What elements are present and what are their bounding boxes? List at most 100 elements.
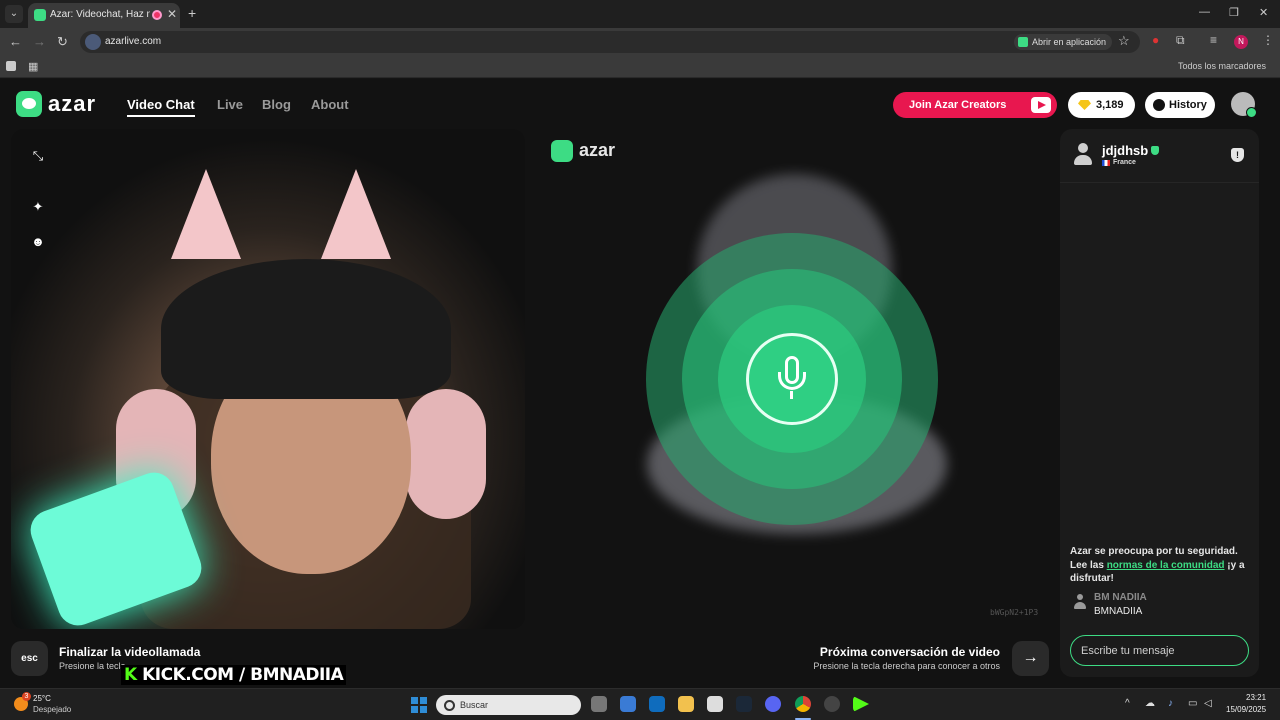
nav-blog[interactable]: Blog: [262, 97, 291, 112]
effects-sparkle-icon[interactable]: ✦: [30, 199, 46, 215]
recording-icon: [152, 10, 162, 20]
clock-date[interactable]: 15/09/2025: [1226, 705, 1266, 714]
video-headset-right: [406, 389, 486, 519]
maximize-button[interactable]: ❐: [1229, 6, 1239, 19]
profile-avatar[interactable]: N: [1234, 35, 1248, 49]
weather-badge: 3: [22, 692, 31, 701]
history-button[interactable]: History: [1145, 92, 1215, 118]
url-text: azarlive.com: [105, 36, 162, 47]
kick-logo-icon: K: [124, 665, 137, 685]
new-tab-button[interactable]: +: [188, 5, 196, 21]
azar-watermark-text: azar: [579, 140, 616, 160]
partner-username: jdjdhsb: [1102, 143, 1149, 158]
chrome-icon[interactable]: [795, 696, 811, 712]
open-in-app-button[interactable]: Abrir en aplicación: [1014, 34, 1113, 50]
clock-time[interactable]: 23:21: [1246, 693, 1266, 702]
next-chat-hint: Presione la tecla derecha para conocer a…: [813, 661, 1000, 671]
chat-panel: jdjdhsb France ! Azar se preocupa por tu…: [1060, 129, 1259, 677]
video-cat-ear-right: [321, 169, 391, 259]
tray-chevron-icon[interactable]: ^: [1125, 698, 1130, 709]
volume-icon[interactable]: ◁: [1204, 698, 1212, 709]
file-explorer-icon[interactable]: [678, 696, 694, 712]
outlook-icon[interactable]: [649, 696, 665, 712]
report-shield-icon[interactable]: !: [1231, 148, 1244, 162]
join-creators-button[interactable]: Join Azar Creators: [893, 92, 1057, 118]
task-view-icon[interactable]: [591, 696, 607, 712]
forward-icon[interactable]: →: [33, 34, 46, 49]
extension-icon[interactable]: ●: [1152, 33, 1159, 47]
user-avatar[interactable]: [1231, 92, 1257, 118]
azar-logo-text[interactable]: azar: [48, 91, 96, 117]
youtube-play-icon: [1031, 97, 1051, 113]
onedrive-icon[interactable]: ☁: [1145, 698, 1155, 709]
tab-close-icon[interactable]: ✕: [167, 7, 177, 21]
obs-icon[interactable]: [824, 696, 840, 712]
browser-tabbar: ⌄ Azar: Videochat, Haz nuevo ✕ + — ❐ ✕: [0, 0, 1280, 28]
partner-country: France: [1113, 159, 1136, 166]
microphone-button[interactable]: [746, 333, 838, 425]
browser-tab[interactable]: Azar: Videochat, Haz nuevo ✕: [28, 3, 180, 28]
message-text: BMNADIIA: [1094, 606, 1143, 617]
nav-live[interactable]: Live: [217, 97, 243, 112]
end-call-title: Finalizar la videollamada: [59, 645, 201, 659]
tab-title: Azar: Videochat, Haz nuevo: [50, 9, 150, 20]
verified-shield-icon: [1151, 146, 1159, 155]
menu-kebab-icon[interactable]: ⋮: [1262, 33, 1274, 47]
partner-avatar-icon: [1074, 143, 1092, 165]
azar-watermark-icon: [551, 140, 573, 162]
end-call-hint: Presione la tecla: [59, 661, 126, 671]
next-chat-arrow-button[interactable]: →: [1012, 641, 1049, 676]
back-icon[interactable]: ←: [9, 34, 22, 49]
network-icon[interactable]: ▭: [1188, 698, 1197, 709]
message-sender: BM NADIIA: [1094, 592, 1147, 603]
bookmark-star-icon[interactable]: ☆: [1118, 33, 1130, 49]
weather-condition: Despejado: [33, 705, 72, 714]
microphone-tray-icon[interactable]: ♪: [1168, 698, 1173, 709]
azar-favicon-icon: [34, 9, 46, 21]
remote-video: azar bWGpN2+1P3: [532, 129, 1052, 629]
nav-video-chat[interactable]: Video Chat: [127, 97, 195, 117]
stream-overlay-text: KICK.COM / BMNADIIA: [142, 665, 344, 685]
close-window-button[interactable]: ✕: [1259, 6, 1268, 19]
self-video: ⤡ ✦ ☻: [11, 129, 525, 629]
video-cap: [161, 259, 451, 399]
next-chat-title: Próxima conversación de video: [819, 645, 1000, 659]
taskbar-search[interactable]: Buscar: [436, 695, 581, 715]
video-cat-ear-left: [171, 169, 241, 259]
extensions-puzzle-icon[interactable]: ⧉: [1176, 33, 1185, 48]
windows-taskbar: 3 25°C Despejado Buscar ^ ☁ ♪ ▭ ◁ 23:21 …: [0, 688, 1280, 720]
safety-notice: Azar se preocupa por tu seguridad. Lee l…: [1070, 546, 1245, 584]
face-filter-icon[interactable]: ☻: [30, 234, 46, 250]
all-bookmarks-button[interactable]: Todos los marcadores: [1178, 61, 1266, 71]
session-id: bWGpN2+1P3: [990, 608, 1039, 617]
end-call-esc-key[interactable]: esc: [11, 641, 48, 676]
message-avatar-icon: [1074, 594, 1086, 610]
omnibox[interactable]: azarlive.com Abrir en aplicación ☆: [80, 31, 1140, 53]
france-flag-icon: [1102, 160, 1110, 166]
apps-grid-icon[interactable]: ▦: [28, 60, 38, 73]
bookmarks-bar: ▦ Todos los marcadores: [0, 56, 1280, 78]
azar-page: azar Video Chat Live Blog About Join Aza…: [0, 79, 1280, 688]
bookmark-page-icon[interactable]: [6, 61, 16, 71]
community-guidelines-link[interactable]: normas de la comunidad: [1107, 560, 1225, 571]
nav-about[interactable]: About: [311, 97, 349, 112]
site-info-icon[interactable]: [85, 34, 101, 50]
address-bar-row: ← → ↻ azarlive.com Abrir en aplicación ☆…: [0, 28, 1280, 56]
chat-header: jdjdhsb France !: [1060, 129, 1259, 183]
photos-icon[interactable]: [707, 696, 723, 712]
steam-icon[interactable]: [736, 696, 752, 712]
tab-search-icon[interactable]: ⌄: [5, 5, 23, 23]
windows-start-icon[interactable]: [411, 697, 427, 713]
reload-icon[interactable]: ↻: [57, 34, 68, 50]
minimize-video-icon[interactable]: ⤡: [30, 148, 46, 164]
media-controls-icon[interactable]: ≡: [1210, 33, 1217, 47]
stream-overlay: K KICK.COM / BMNADIIA: [121, 665, 347, 685]
weather-temperature: 25°C: [33, 694, 51, 703]
azar-logo-icon[interactable]: [16, 91, 42, 117]
chat-message-input[interactable]: [1070, 635, 1249, 666]
gems-balance[interactable]: 3,189: [1068, 92, 1135, 118]
store-icon[interactable]: [620, 696, 636, 712]
minimize-button[interactable]: —: [1199, 6, 1210, 18]
discord-icon[interactable]: [765, 696, 781, 712]
kick-app-icon[interactable]: [853, 696, 869, 712]
